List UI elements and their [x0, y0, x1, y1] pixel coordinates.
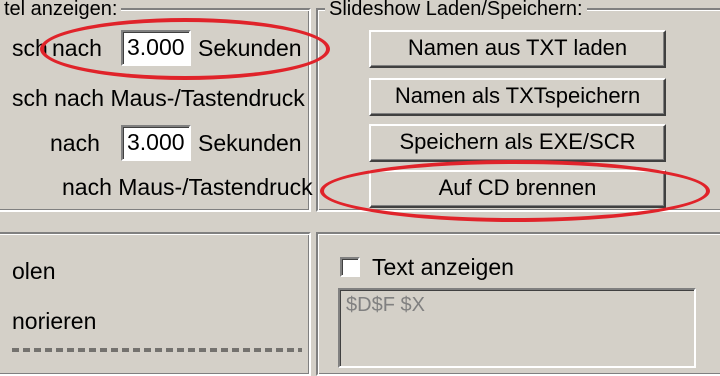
save-names-txt-button[interactable]: Namen als TXTspeichern — [369, 78, 666, 116]
row3-unit: Sekunden — [198, 130, 302, 156]
row1-prefix: sch — [12, 35, 48, 61]
delay-seconds-input-1[interactable]: 3.000 — [121, 30, 191, 66]
show-text-label[interactable]: Text anzeigen — [372, 252, 514, 282]
save-exe-scr-button[interactable]: Speichern als EXE/SCR — [369, 124, 666, 162]
lower-left-cutoff-text — [12, 348, 302, 352]
slideshow-legend: Slideshow Laden/Speichern: — [325, 0, 587, 20]
text-format-field[interactable]: $D$F $X — [338, 288, 696, 368]
lower-left-item-1: olen — [12, 258, 56, 284]
lower-left-item-2: norieren — [12, 308, 97, 334]
row1-unit: Sekunden — [198, 35, 302, 61]
row1-label: nach — [52, 35, 102, 61]
show-text-checkbox[interactable] — [340, 257, 360, 277]
row3-label: nach — [50, 130, 100, 156]
lower-left-group — [0, 232, 311, 376]
delay-seconds-input-2[interactable]: 3.000 — [121, 125, 191, 161]
load-names-txt-button[interactable]: Namen aus TXT laden — [369, 30, 666, 68]
row2-label: sch nach Maus-/Tastendruck — [12, 85, 305, 111]
display-options-legend: tel anzeigen: — [0, 0, 122, 20]
burn-cd-button[interactable]: Auf CD brennen — [369, 170, 666, 208]
row4-label: nach Maus-/Tastendruck — [62, 174, 313, 200]
